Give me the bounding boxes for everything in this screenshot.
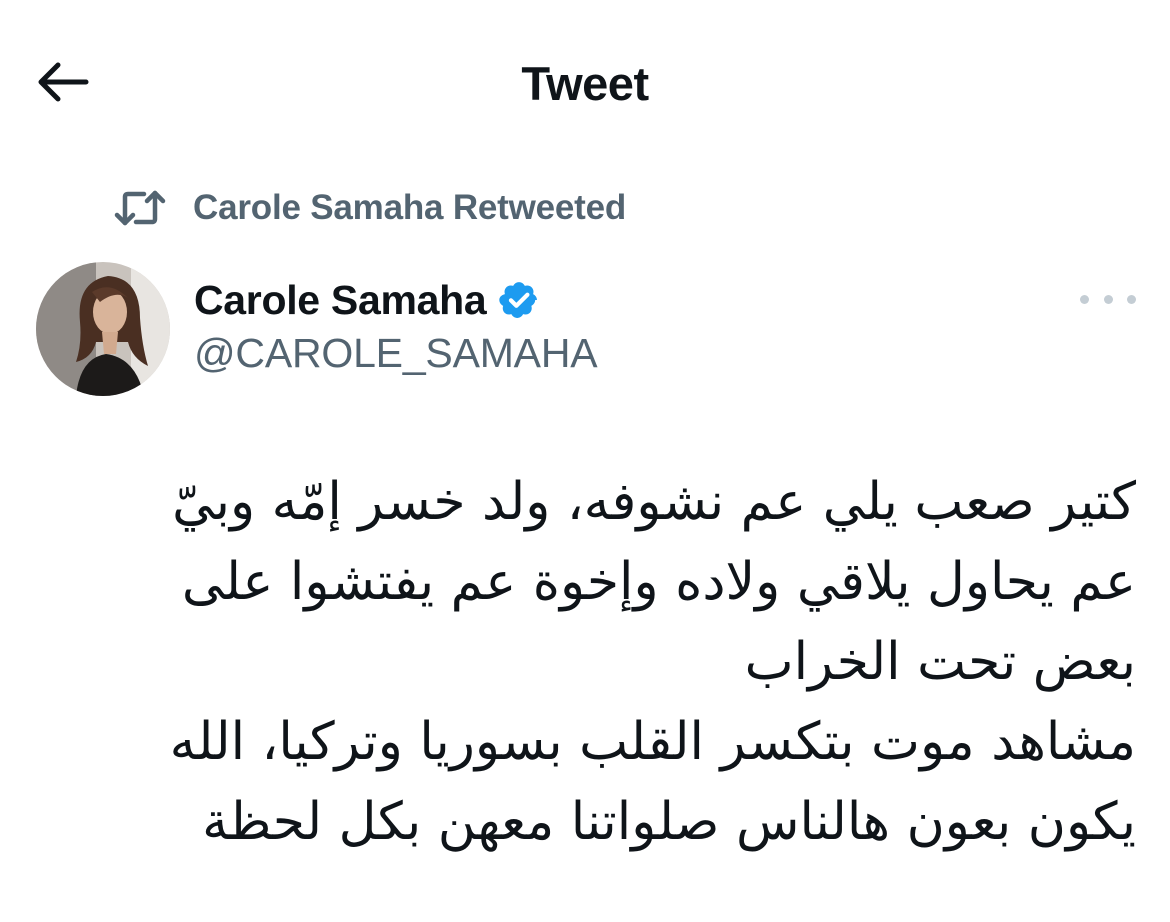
tweet-line: عم يحاول يلاقي ولاده وإخوة عم يفتشوا على (181, 552, 1136, 612)
more-horizontal-icon (1080, 294, 1089, 304)
tweet-line: مشاهد موت بتكسر القلب بسوريا وتركيا، الل… (169, 712, 1136, 772)
more-options-button[interactable] (1080, 284, 1136, 314)
author-handle[interactable]: @CAROLE_SAMAHA (194, 330, 598, 377)
page-title: Tweet (521, 57, 649, 110)
retweet-context[interactable]: Carole Samaha Retweeted (114, 186, 626, 230)
tweet-detail-screen: Tweet Carole Samaha Retweeted Carole Sam… (0, 0, 1170, 922)
author-name-row[interactable]: Carole Samaha (194, 274, 540, 326)
avatar[interactable] (36, 262, 170, 396)
verified-badge-icon (498, 279, 540, 321)
tweet-line: يكون بعون هالناس صلواتنا معهن بكل لحظة (202, 792, 1136, 852)
author-name: Carole Samaha (194, 276, 487, 323)
top-bar: Tweet (0, 0, 1170, 165)
tweet-line: بعض تحت الخراب (744, 632, 1136, 692)
tweet-line: كتير صعب يلي عم نشوفه، ولد خسر إمّه وبيّ (172, 472, 1136, 532)
retweet-icon (114, 188, 170, 228)
retweet-label: Carole Samaha Retweeted (193, 188, 627, 227)
tweet-text: كتير صعب يلي عم نشوفه، ولد خسر إمّه وبيّ… (60, 462, 1136, 862)
